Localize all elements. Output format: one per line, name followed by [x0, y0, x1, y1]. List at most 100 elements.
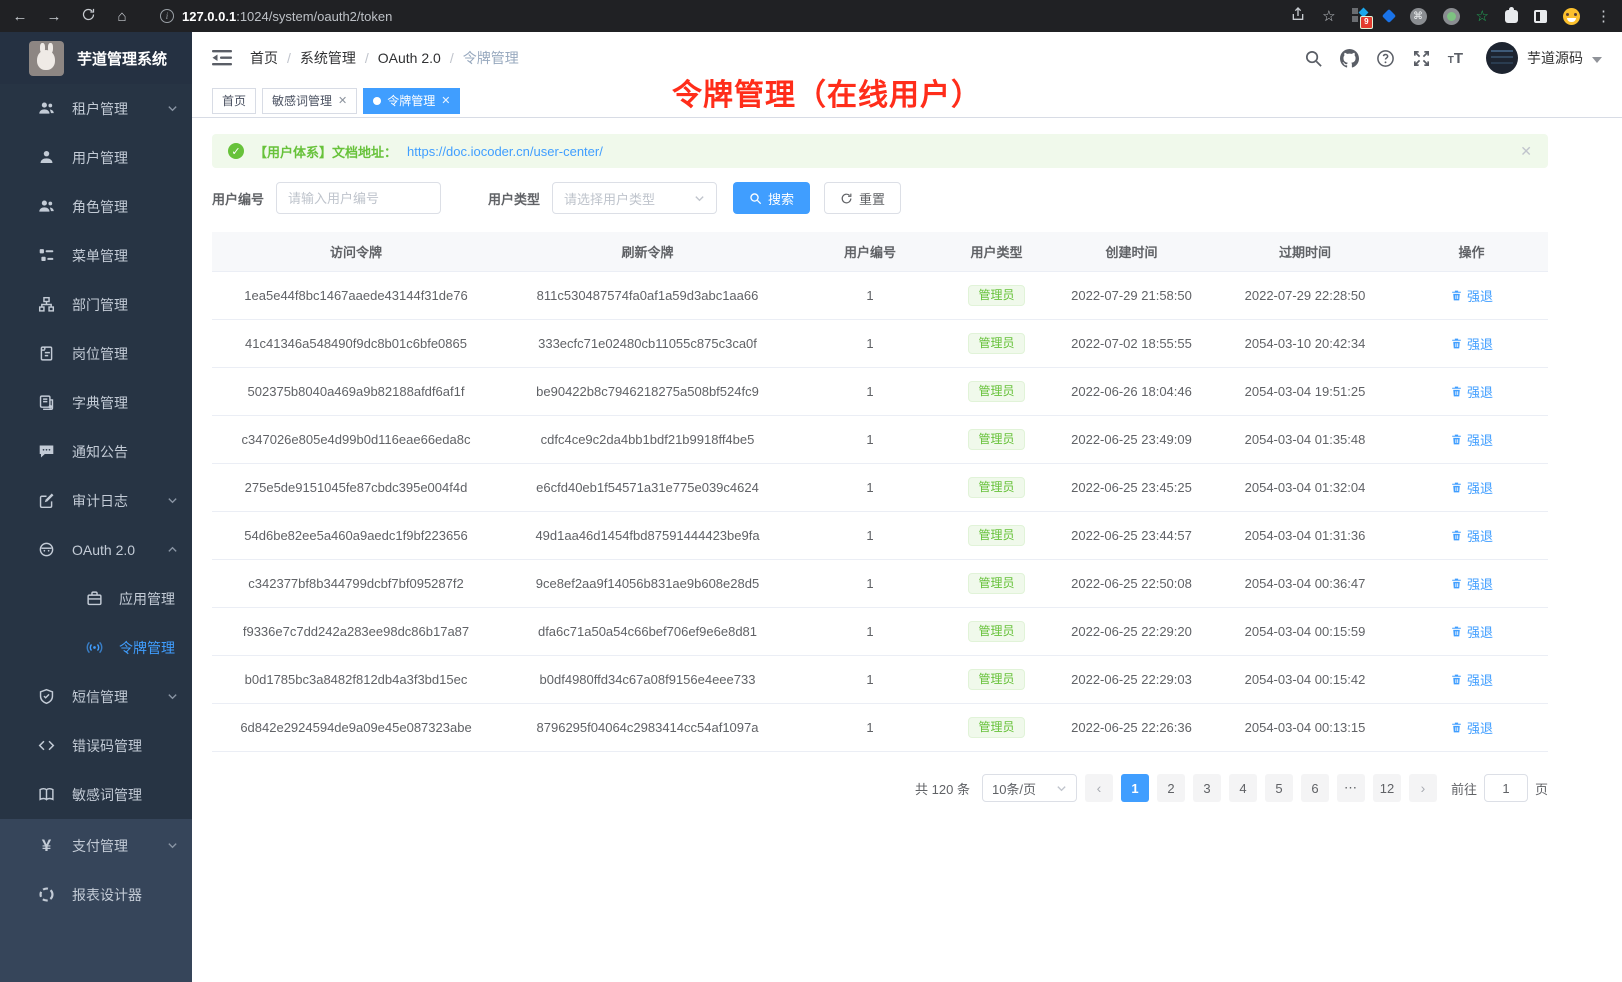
breadcrumb-oauth[interactable]: OAuth 2.0	[378, 50, 441, 66]
page-button-12[interactable]: 12	[1373, 774, 1401, 802]
sidebar-item-sms[interactable]: 短信管理	[0, 672, 192, 721]
font-size-icon[interactable]: TT	[1448, 50, 1463, 67]
sidebar-item-token-manage[interactable]: 令牌管理	[0, 623, 192, 672]
force-logout-button[interactable]: 强退	[1450, 622, 1493, 641]
browser-menu-icon[interactable]: ⋮	[1596, 7, 1612, 25]
sidebar-item-user[interactable]: 用户管理	[0, 133, 192, 182]
user-type-badge: 管理员	[968, 573, 1024, 594]
close-tab-icon[interactable]: ✕	[441, 94, 450, 107]
chevron-down-icon	[694, 193, 705, 204]
cell-access-token: 502375b8040a469a9b82188afdf6af1f	[212, 384, 500, 399]
cell-refresh-token: e6cfd40eb1f54571a31e775e039c4624	[500, 480, 795, 495]
extension-command-icon[interactable]: ⌘	[1410, 8, 1427, 25]
force-logout-button[interactable]: 强退	[1450, 574, 1493, 593]
tab-sensitive-word[interactable]: 敏感词管理 ✕	[262, 88, 357, 114]
tab-home[interactable]: 首页	[212, 88, 256, 114]
page-button-5[interactable]: 5	[1265, 774, 1293, 802]
tab-token-manage[interactable]: 令牌管理 ✕	[363, 88, 460, 114]
user-type-badge: 管理员	[968, 285, 1024, 306]
profile-avatar-icon[interactable]	[1563, 8, 1580, 25]
extensions-puzzle-icon[interactable]	[1505, 10, 1518, 23]
address-bar[interactable]: i 127.0.0.1:1024/system/oauth2/token	[160, 9, 1276, 24]
role-icon	[38, 198, 55, 215]
cell-actions: 强退	[1395, 622, 1548, 641]
help-icon[interactable]	[1376, 49, 1395, 68]
sidebar-item-notice[interactable]: 通知公告	[0, 427, 192, 476]
page-size-select[interactable]: 10条/页	[982, 774, 1077, 802]
cell-access-token: 54d6be82ee5a460a9aedc1f9bf223656	[212, 528, 500, 543]
page-button-2[interactable]: 2	[1157, 774, 1185, 802]
pager-pages: 123456⋯12	[1121, 774, 1401, 802]
sidebar-item-errcode[interactable]: 错误码管理	[0, 721, 192, 770]
page-button-1[interactable]: 1	[1121, 774, 1149, 802]
trash-icon	[1450, 721, 1463, 734]
sidebar-item-menu[interactable]: 菜单管理	[0, 231, 192, 280]
reset-button[interactable]: 重置	[824, 182, 901, 214]
sidebar-item-tenant[interactable]: 租户管理	[0, 84, 192, 133]
search-button[interactable]: 搜索	[733, 182, 810, 214]
prev-page-button[interactable]: ‹	[1085, 774, 1113, 802]
goto-page-input[interactable]	[1484, 774, 1528, 802]
extension-record-icon[interactable]	[1443, 8, 1460, 25]
browser-reload-icon[interactable]	[78, 7, 98, 26]
user-type-badge: 管理员	[968, 621, 1024, 642]
sidebar-item-sensitive[interactable]: 敏感词管理	[0, 770, 192, 819]
sidebar-item-dict[interactable]: 字典管理	[0, 378, 192, 427]
sidebar-item-oauth[interactable]: OAuth 2.0	[0, 525, 192, 574]
extension-star-icon[interactable]: ☆	[1476, 7, 1489, 25]
sidebar-item-role[interactable]: 角色管理	[0, 182, 192, 231]
force-logout-button[interactable]: 强退	[1450, 718, 1493, 737]
sidebar-item-app-manage[interactable]: 应用管理	[0, 574, 192, 623]
extension-gem-icon[interactable]	[1381, 9, 1395, 23]
sidebar-item-post[interactable]: 岗位管理	[0, 329, 192, 378]
page-button-6[interactable]: 6	[1301, 774, 1329, 802]
share-icon[interactable]	[1290, 6, 1306, 26]
cell-actions: 强退	[1395, 478, 1548, 497]
browser-back-icon[interactable]: ←	[10, 8, 30, 25]
force-logout-button[interactable]: 强退	[1450, 526, 1493, 545]
force-logout-button[interactable]: 强退	[1450, 478, 1493, 497]
pager-ellipsis[interactable]: ⋯	[1337, 774, 1365, 802]
active-tab-dot	[373, 97, 381, 105]
sidebar-item-report[interactable]: 报表设计器	[0, 870, 192, 919]
extension-grid-icon[interactable]: 9	[1352, 8, 1368, 24]
cell-user-type: 管理员	[945, 621, 1048, 642]
col-access-token: 访问令牌	[212, 242, 500, 261]
reading-list-icon[interactable]	[1534, 10, 1547, 23]
table-row: 6d842e2924594de9a09e45e087323abe 8796295…	[212, 704, 1548, 752]
force-logout-button[interactable]: 强退	[1450, 286, 1493, 305]
site-info-icon[interactable]: i	[160, 9, 174, 23]
alert-close-icon[interactable]: ✕	[1520, 143, 1532, 160]
user-id-input[interactable]	[276, 182, 441, 214]
sidebar-item-dept[interactable]: 部门管理	[0, 280, 192, 329]
shield-check-icon	[38, 688, 55, 705]
bookmark-star-icon[interactable]: ☆	[1322, 7, 1335, 25]
cell-created-time: 2022-06-25 23:45:25	[1048, 480, 1215, 495]
page-button-3[interactable]: 3	[1193, 774, 1221, 802]
github-icon[interactable]	[1340, 49, 1359, 68]
doc-link[interactable]: https://doc.iocoder.cn/user-center/	[407, 144, 603, 159]
next-page-button[interactable]: ›	[1409, 774, 1437, 802]
browser-home-icon[interactable]: ⌂	[112, 8, 132, 25]
col-created-time: 创建时间	[1048, 242, 1215, 261]
user-menu[interactable]: 芋道源码	[1486, 42, 1602, 74]
search-icon[interactable]	[1304, 49, 1323, 68]
browser-forward-icon[interactable]: →	[44, 8, 64, 25]
sidebar-fold-icon[interactable]	[212, 49, 232, 67]
force-logout-button[interactable]: 强退	[1450, 430, 1493, 449]
fullscreen-icon[interactable]	[1412, 49, 1431, 68]
sidebar-item-audit[interactable]: 审计日志	[0, 476, 192, 525]
close-tab-icon[interactable]: ✕	[338, 94, 347, 107]
force-logout-button[interactable]: 强退	[1450, 334, 1493, 353]
sidebar-item-pay[interactable]: ¥ 支付管理	[0, 821, 192, 870]
alert-text: 【用户体系】文档地址：	[254, 142, 397, 161]
app-logo[interactable]: 芋道管理系统	[0, 32, 192, 84]
page-button-4[interactable]: 4	[1229, 774, 1257, 802]
force-logout-button[interactable]: 强退	[1450, 670, 1493, 689]
cell-created-time: 2022-06-25 22:29:20	[1048, 624, 1215, 639]
user-type-select[interactable]: 请选择用户类型	[552, 182, 717, 214]
breadcrumb-home[interactable]: 首页	[250, 48, 278, 68]
breadcrumb-system[interactable]: 系统管理	[300, 48, 356, 68]
cell-access-token: 41c41346a548490f9dc8b01c6bfe0865	[212, 336, 500, 351]
force-logout-button[interactable]: 强退	[1450, 382, 1493, 401]
